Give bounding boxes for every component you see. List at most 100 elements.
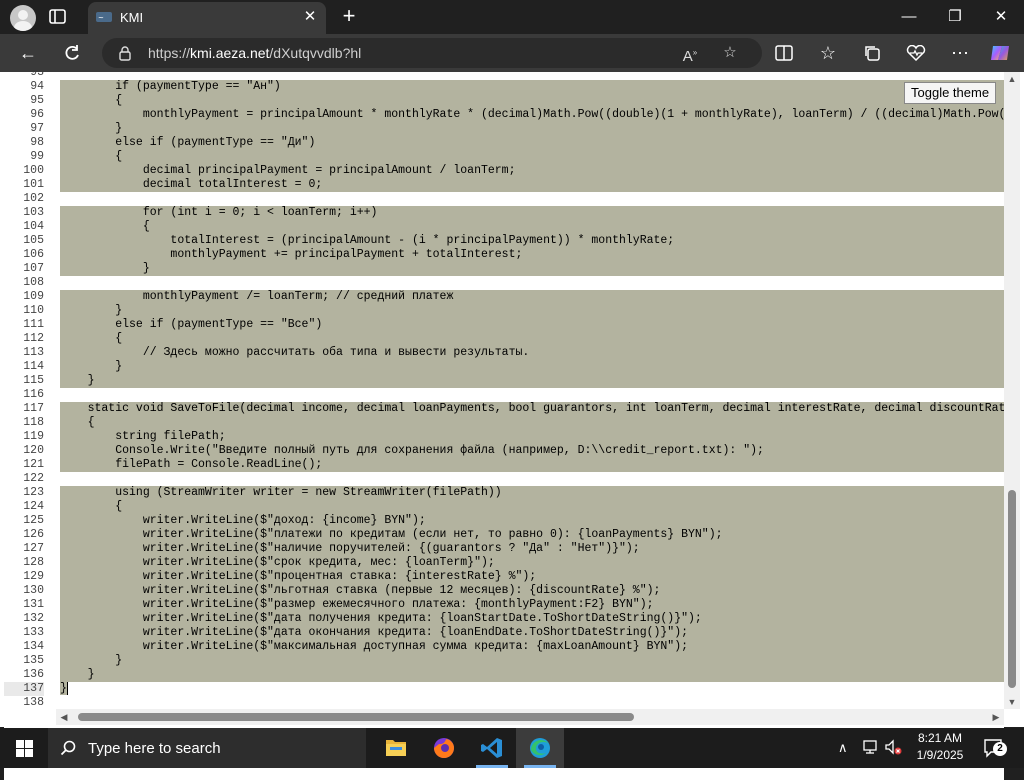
- code-text[interactable]: monthlyPayment /= loanTerm; // средний п…: [60, 290, 1004, 304]
- code-text[interactable]: monthlyPayment = principalAmount * month…: [60, 108, 1004, 122]
- favorites-icon[interactable]: ☆: [814, 41, 842, 65]
- code-text[interactable]: decimal totalInterest = 0;: [60, 178, 1004, 192]
- line-number: 137: [4, 682, 44, 696]
- code-text[interactable]: }: [60, 668, 1004, 682]
- line-number: 121: [23, 458, 44, 471]
- code-text[interactable]: }: [60, 654, 1004, 668]
- code-text[interactable]: if (paymentType == "Ан"): [60, 80, 1004, 94]
- code-text[interactable]: }: [60, 262, 1004, 276]
- code-text[interactable]: string filePath;: [60, 430, 1004, 444]
- code-text[interactable]: {: [60, 332, 1004, 346]
- scroll-left-icon[interactable]: ◀: [56, 709, 72, 725]
- url-scheme: https://: [148, 45, 191, 61]
- code-text[interactable]: }: [60, 122, 1004, 136]
- copilot-icon[interactable]: [986, 41, 1014, 65]
- code-text[interactable]: totalInterest = (principalAmount - (i * …: [60, 234, 1004, 248]
- vertical-scroll-thumb[interactable]: [1008, 490, 1016, 688]
- code-text[interactable]: writer.WriteLine($"наличие поручителей: …: [60, 542, 1004, 556]
- windows-start-icon[interactable]: [0, 728, 48, 768]
- line-number: 125: [23, 514, 44, 527]
- code-text[interactable]: writer.WriteLine($"размер ежемесячного п…: [60, 598, 1004, 612]
- code-text[interactable]: }​: [60, 682, 1004, 696]
- code-text[interactable]: else if (paymentType == "Все"): [60, 318, 1004, 332]
- horizontal-scroll-thumb[interactable]: [78, 713, 634, 721]
- code-text[interactable]: static void SaveToFile(decimal income, d…: [60, 402, 1004, 416]
- show-hidden-icons-chevron-icon[interactable]: ∧: [838, 740, 852, 755]
- code-text[interactable]: writer.WriteLine($"дата получения кредит…: [60, 612, 1004, 626]
- file-explorer-icon[interactable]: [372, 728, 420, 768]
- code-text[interactable]: filePath = Console.ReadLine();: [60, 458, 1004, 472]
- scroll-down-icon[interactable]: ▼: [1004, 695, 1020, 709]
- code-text[interactable]: writer.WriteLine($"максимальная доступна…: [60, 640, 1004, 654]
- scroll-up-icon[interactable]: ▲: [1004, 72, 1020, 86]
- code-line: 135 }: [4, 654, 1004, 668]
- read-aloud-icon[interactable]: A»: [680, 43, 700, 65]
- firefox-icon[interactable]: [420, 728, 468, 768]
- address-bar[interactable]: https://kmi.aeza.net/dXutqvvdlb?hl A» ☆: [102, 38, 762, 68]
- toggle-theme-button[interactable]: Toggle theme: [904, 82, 997, 104]
- code-line: 129 writer.WriteLine($"процентная ставка…: [4, 570, 1004, 584]
- code-line: 131 writer.WriteLine($"размер ежемесячно…: [4, 598, 1004, 612]
- collections-icon[interactable]: [858, 41, 886, 65]
- code-text[interactable]: writer.WriteLine($"льготная ставка (перв…: [60, 584, 1004, 598]
- code-text[interactable]: monthlyPayment += principalPayment + tot…: [60, 248, 1004, 262]
- microsoft-edge-icon[interactable]: [516, 728, 564, 768]
- favorite-star-icon[interactable]: ☆: [720, 43, 740, 63]
- line-number: 97: [30, 122, 44, 135]
- profile-avatar-icon[interactable]: [10, 5, 36, 31]
- code-text[interactable]: }: [60, 304, 1004, 318]
- line-number: 126: [23, 528, 44, 541]
- code-line: 138: [4, 696, 1004, 710]
- tab-actions-icon[interactable]: [48, 8, 68, 26]
- code-text[interactable]: {: [60, 220, 1004, 234]
- tab-kmi[interactable]: ~ KMI ✕: [88, 2, 326, 34]
- code-text[interactable]: writer.WriteLine($"срок кредита, мес: {l…: [60, 556, 1004, 570]
- tab-close-icon[interactable]: ✕: [301, 8, 319, 26]
- code-text[interactable]: else if (paymentType == "Ди"): [60, 136, 1004, 150]
- line-number: 131: [23, 598, 44, 611]
- code-line: 119 string filePath;: [4, 430, 1004, 444]
- code-text[interactable]: Console.Write("Введите полный путь для с…: [60, 444, 1004, 458]
- code-text[interactable]: for (int i = 0; i < loanTerm; i++): [60, 206, 1004, 220]
- code-text[interactable]: // Здесь можно рассчитать оба типа и выв…: [60, 346, 1004, 360]
- clock-date: 1/9/2025: [916, 748, 964, 762]
- window-restore-icon[interactable]: ❐: [932, 4, 978, 30]
- new-tab-icon[interactable]: +: [338, 5, 360, 27]
- line-number: 114: [23, 360, 44, 373]
- code-text[interactable]: {: [60, 500, 1004, 514]
- code-text[interactable]: using (StreamWriter writer = new StreamW…: [60, 486, 1004, 500]
- code-text[interactable]: writer.WriteLine($"доход: {income} BYN")…: [60, 514, 1004, 528]
- code-text[interactable]: writer.WriteLine($"платежи по кредитам (…: [60, 528, 1004, 542]
- window-close-icon[interactable]: ✕: [978, 4, 1024, 30]
- code-text[interactable]: writer.WriteLine($"дата окончания кредит…: [60, 626, 1004, 640]
- back-arrow-icon[interactable]: ←: [14, 41, 42, 65]
- system-clock[interactable]: 8:21 AM 1/9/2025: [910, 730, 970, 764]
- line-number: 109: [23, 290, 44, 303]
- code-text[interactable]: writer.WriteLine($"процентная ставка: {i…: [60, 570, 1004, 584]
- vertical-scrollbar[interactable]: ▲ ▼: [1004, 72, 1020, 709]
- visual-studio-code-icon[interactable]: [468, 728, 516, 768]
- code-text[interactable]: decimal principalPayment = principalAmou…: [60, 164, 1004, 178]
- split-screen-icon[interactable]: [770, 41, 798, 65]
- scroll-right-icon[interactable]: ▶: [988, 709, 1004, 725]
- code-text[interactable]: {: [60, 150, 1004, 164]
- text-cursor: ​: [66, 682, 68, 695]
- window-minimize-icon[interactable]: —: [886, 4, 932, 30]
- taskbar-search-box[interactable]: Type here to search: [48, 728, 366, 768]
- code-line: 97 }: [4, 122, 1004, 136]
- code-line: 106 monthlyPayment += principalPayment +…: [4, 248, 1004, 262]
- code-text[interactable]: }: [60, 360, 1004, 374]
- code-editor[interactable]: 93 94 if (paymentType == "Ан") 95 {96 mont…: [4, 72, 1004, 780]
- horizontal-scrollbar[interactable]: ◀ ▶: [56, 709, 1004, 725]
- url-text[interactable]: https://kmi.aeza.net/dXutqvvdlb?hl: [148, 45, 361, 61]
- more-options-icon[interactable]: ⋯: [946, 41, 974, 65]
- reload-icon[interactable]: [58, 41, 86, 65]
- lock-icon[interactable]: [118, 45, 132, 61]
- line-number: 95: [30, 94, 44, 107]
- code-text[interactable]: {: [60, 94, 1004, 108]
- volume-muted-icon[interactable]: [884, 738, 902, 756]
- network-icon[interactable]: [862, 738, 880, 756]
- code-text[interactable]: }: [60, 374, 1004, 388]
- browser-essentials-icon[interactable]: [902, 41, 930, 65]
- code-text[interactable]: {: [60, 416, 1004, 430]
